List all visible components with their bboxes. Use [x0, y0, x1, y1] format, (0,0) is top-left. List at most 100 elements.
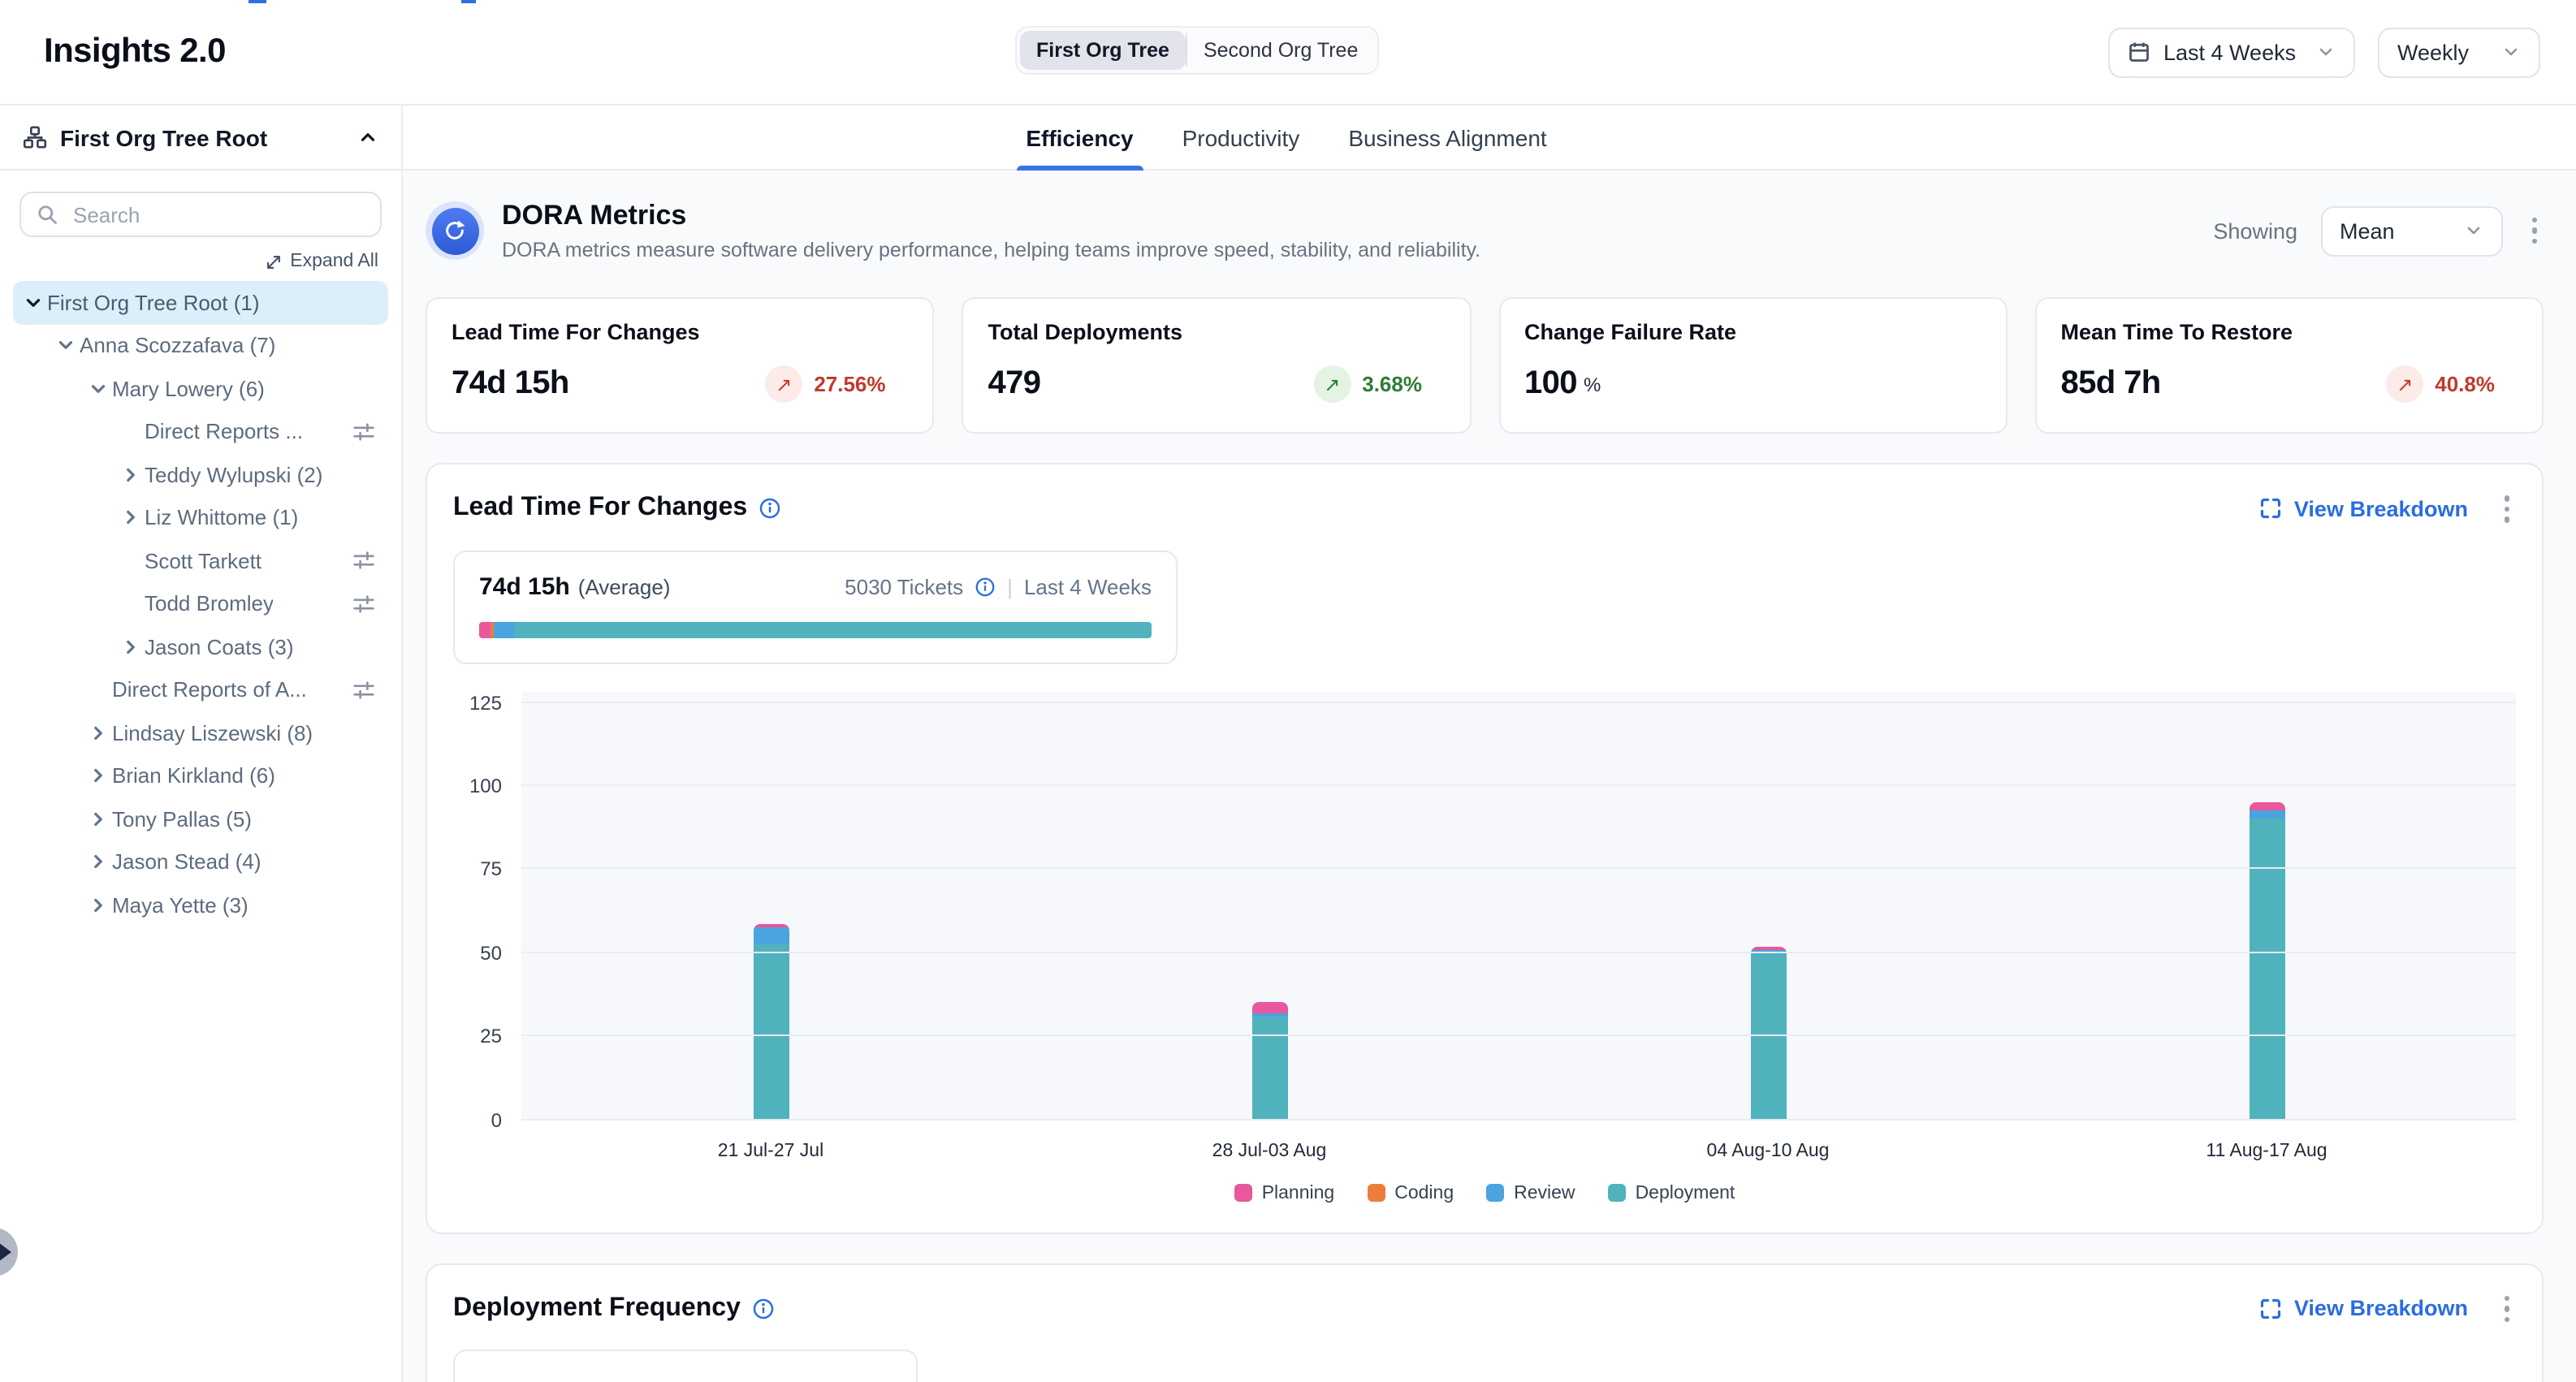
- tree-item[interactable]: Direct Reports of A...: [13, 668, 388, 711]
- info-icon[interactable]: [752, 1298, 775, 1320]
- chevron-right-icon[interactable]: [84, 720, 112, 746]
- lead-time-title-row: Lead Time For Changes: [453, 494, 781, 524]
- chevron-placeholder: [117, 591, 145, 617]
- expand-corners-icon: [2260, 1298, 2283, 1320]
- tree-item[interactable]: Direct Reports ...: [13, 410, 388, 453]
- tree-item[interactable]: Liz Whittome (1): [13, 496, 388, 539]
- legend-item[interactable]: Coding: [1367, 1183, 1454, 1203]
- legend-item[interactable]: Planning: [1234, 1183, 1335, 1203]
- deployment-frequency-panel: Deployment Frequency View Breakdown: [426, 1263, 2544, 1382]
- tree-item[interactable]: Lindsay Liszewski (8): [13, 711, 388, 754]
- bar-segment-review: [753, 928, 789, 944]
- gridline: [521, 1034, 2516, 1036]
- kebab-menu-icon[interactable]: [2497, 1289, 2516, 1328]
- chevron-right-icon[interactable]: [84, 763, 112, 789]
- tree-item[interactable]: Mary Lowery (6): [13, 367, 388, 410]
- tree-item[interactable]: Brian Kirkland (6): [13, 754, 388, 797]
- legend-label: Deployment: [1636, 1183, 1735, 1203]
- granularity-select[interactable]: Weekly: [2378, 27, 2540, 77]
- info-icon[interactable]: [975, 576, 996, 597]
- info-icon[interactable]: [759, 498, 781, 520]
- lead-time-summary-card: 74d 15h (Average) 5030 Tickets | Last 4 …: [453, 550, 1178, 663]
- kebab-menu-icon[interactable]: [2497, 489, 2516, 529]
- chevron-down-icon[interactable]: [52, 333, 80, 359]
- org-tab-second[interactable]: Second Org Tree: [1187, 31, 1374, 70]
- tree-item[interactable]: Maya Yette (3): [13, 883, 388, 926]
- search-icon: [36, 203, 58, 226]
- tree-item-label: Jason Coats (3): [145, 635, 294, 659]
- top-right-controls: Last 4 Weeks Weekly: [2108, 27, 2540, 77]
- showing-label: Showing: [2213, 218, 2297, 243]
- card-title: Mean Time To Restore: [2061, 320, 2518, 344]
- search-input[interactable]: [70, 201, 365, 228]
- tab-business-alignment[interactable]: Business Alignment: [1348, 106, 1546, 169]
- card-value: 85d 7h: [2061, 365, 2161, 403]
- trend-up-icon: ↗: [1313, 365, 1351, 403]
- card-value: 479: [988, 365, 1041, 403]
- tab-efficiency[interactable]: Efficiency: [1026, 106, 1133, 169]
- stacked-bar[interactable]: [2249, 802, 2284, 1120]
- x-tick-label: 11 Aug-17 Aug: [2017, 1141, 2516, 1160]
- y-tick-label: 25: [480, 1025, 502, 1047]
- legend-item[interactable]: Review: [1486, 1183, 1575, 1203]
- bar-segment-planning: [2249, 802, 2284, 810]
- org-tab-first[interactable]: First Org Tree: [1020, 31, 1186, 70]
- chevron-right-icon[interactable]: [117, 505, 145, 531]
- chevron-placeholder: [117, 419, 145, 445]
- tree-item[interactable]: First Org Tree Root (1): [13, 281, 388, 324]
- legend-swatch: [1486, 1184, 1504, 1202]
- gridline: [521, 1118, 2516, 1120]
- sidebar-header[interactable]: First Org Tree Root: [0, 106, 401, 171]
- expand-diagonal-icon: [264, 253, 282, 270]
- card-title: Lead Time For Changes: [452, 320, 909, 344]
- stacked-bar[interactable]: [1251, 1001, 1287, 1120]
- summary-qualifier: (Average): [578, 574, 671, 598]
- tree-item[interactable]: Tony Pallas (5): [13, 797, 388, 840]
- bar-segment-deployment: [2249, 819, 2284, 1120]
- stacked-bar[interactable]: [1750, 946, 1786, 1120]
- tree-item[interactable]: Jason Coats (3): [13, 625, 388, 668]
- chevron-right-icon[interactable]: [117, 634, 145, 660]
- view-breakdown-link[interactable]: View Breakdown: [2260, 497, 2468, 521]
- chart-x-axis: 21 Jul-27 Jul28 Jul-03 Aug04 Aug-10 Aug1…: [521, 1141, 2516, 1160]
- expand-all-button[interactable]: Expand All: [0, 252, 378, 271]
- chevron-right-icon[interactable]: [84, 849, 112, 875]
- chevron-right-icon[interactable]: [84, 806, 112, 832]
- chevron-right-icon[interactable]: [117, 462, 145, 488]
- y-tick-label: 0: [491, 1108, 502, 1131]
- view-breakdown-link[interactable]: View Breakdown: [2260, 1297, 2468, 1321]
- clipped-link-artifact: [461, 0, 476, 3]
- filters-icon[interactable]: [352, 421, 375, 443]
- tree-item[interactable]: Jason Stead (4): [13, 840, 388, 883]
- dora-cycle-icon: [431, 207, 478, 254]
- showing-select[interactable]: Mean: [2320, 205, 2502, 256]
- tree-item[interactable]: Teddy Wylupski (2): [13, 453, 388, 496]
- trend-up-icon: ↗: [765, 365, 802, 403]
- tree-item-label: Jason Stead (4): [112, 850, 261, 875]
- chevron-down-icon[interactable]: [19, 290, 47, 316]
- filters-icon[interactable]: [352, 593, 375, 615]
- tree-item[interactable]: Scott Tarkett: [13, 539, 388, 582]
- card-value: 100: [1524, 365, 1577, 403]
- tree-item[interactable]: Todd Bromley: [13, 582, 388, 625]
- tree-item-label: Teddy Wylupski (2): [145, 463, 322, 487]
- showing-value: Mean: [2340, 218, 2395, 243]
- dora-title: DORA Metrics: [502, 200, 1480, 232]
- chevron-down-icon[interactable]: [84, 376, 112, 402]
- chevron-up-icon[interactable]: [357, 127, 378, 148]
- search-box: [19, 192, 382, 237]
- tab-productivity[interactable]: Productivity: [1182, 106, 1300, 169]
- legend-item[interactable]: Deployment: [1608, 1183, 1735, 1203]
- date-range-select[interactable]: Last 4 Weeks: [2108, 27, 2355, 77]
- play-triangle-icon: [0, 1242, 11, 1262]
- bar-slot: [2017, 691, 2516, 1120]
- tree-item-label: Todd Bromley: [145, 592, 274, 616]
- kebab-menu-icon[interactable]: [2525, 211, 2544, 251]
- summary-value: 74d 15h: [479, 572, 570, 600]
- stacked-bar[interactable]: [753, 925, 789, 1121]
- chevron-right-icon[interactable]: [84, 892, 112, 918]
- filters-icon[interactable]: [352, 679, 375, 702]
- tree-item[interactable]: Anna Scozzafava (7): [13, 324, 388, 367]
- bar-slot: [1020, 691, 1519, 1120]
- filters-icon[interactable]: [352, 550, 375, 572]
